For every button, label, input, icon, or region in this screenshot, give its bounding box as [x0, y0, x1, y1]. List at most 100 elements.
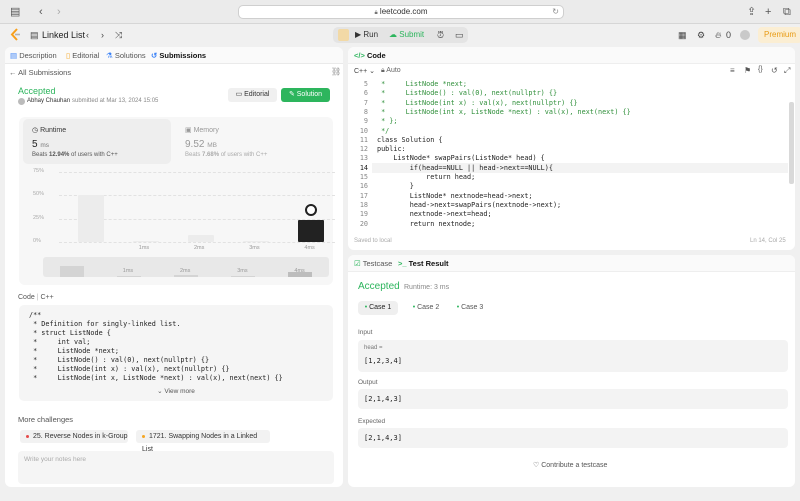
- difficulty-dot: [26, 434, 29, 438]
- challenge-chip-1[interactable]: 25. Reverse Nodes in k-Group: [20, 430, 128, 443]
- line-number: 6: [363, 89, 368, 98]
- code-line: * ListNode *next;: [377, 80, 468, 88]
- case-tab-2[interactable]: • Case 2: [406, 301, 446, 315]
- new-tab-icon[interactable]: +: [765, 6, 771, 18]
- premium-button[interactable]: Premium: [758, 27, 800, 43]
- book-icon: ▭: [235, 91, 243, 98]
- timer-icon[interactable]: ⏰︎: [437, 28, 444, 42]
- run-button[interactable]: ▶ Run: [355, 30, 378, 40]
- bookmark-icon[interactable]: ⚑: [744, 66, 751, 75]
- tab-submissions[interactable]: ↺ Submissions: [151, 51, 206, 60]
- left-tabs: ▤ Description ▯ Editorial ⚗︎ Solutions ↺…: [5, 47, 343, 64]
- code-editor[interactable]: 5 6 7 8 9 10 11 12 13 14 15 16 17 18 19 20 * ListNode *…: [348, 80, 788, 230]
- chart-bar[interactable]: [298, 219, 325, 242]
- tab-description[interactable]: ▤ Description: [10, 51, 57, 60]
- expected-value: [2,1,4,3]: [364, 434, 402, 442]
- forward-icon[interactable]: ›: [57, 6, 61, 18]
- code-section-label: Code | C++: [18, 294, 54, 301]
- slider-bar: [231, 276, 256, 277]
- cursor-position: Ln 14, Col 25: [750, 238, 786, 244]
- slider-tick-label: 2ms: [180, 268, 191, 274]
- case-tab-1[interactable]: • Case 1: [358, 301, 398, 315]
- tab-testcase[interactable]: ☑ Testcase: [354, 259, 392, 268]
- settings-icon[interactable]: ⚙︎: [697, 28, 705, 42]
- cloud-upload-icon: ☁: [389, 30, 397, 39]
- editorial-button[interactable]: ▭ Editorial: [228, 88, 277, 102]
- terminal-icon: >_: [398, 259, 407, 268]
- tabs-overview-icon[interactable]: ⧉: [783, 6, 791, 18]
- run-submit-group: ▶ Run ☁ Submit: [333, 27, 468, 43]
- streak-icon[interactable]: 🔥︎: [715, 28, 722, 42]
- code-line: */: [377, 126, 390, 135]
- sidebar-toggle-icon[interactable]: ▤: [10, 6, 20, 18]
- line-number: 17: [359, 191, 368, 200]
- slider-tick-label: 4ms: [294, 268, 305, 274]
- reset-icon[interactable]: ↺: [771, 66, 778, 75]
- contribute-testcase-button[interactable]: ♡ Contribute a testcase: [533, 461, 607, 469]
- notes-input[interactable]: Write your notes here: [18, 451, 334, 484]
- x-tick-label: 1ms: [138, 245, 150, 251]
- challenge-chip-2[interactable]: 1721. Swapping Nodes in a Linked List: [136, 430, 270, 453]
- memory-label[interactable]: ▣ Memory: [185, 126, 219, 134]
- braces-icon[interactable]: {}: [758, 66, 763, 73]
- debug-icon[interactable]: [338, 29, 349, 41]
- submit-button[interactable]: ☁ Submit: [389, 30, 424, 40]
- link-icon[interactable]: ⛓: [331, 67, 341, 76]
- submitted-code-block[interactable]: /** * Definition for singly-linked list.…: [19, 305, 333, 401]
- x-tick-label: 3ms: [249, 245, 260, 251]
- runtime-label: ◷ Runtime: [32, 127, 67, 134]
- prev-problem-icon[interactable]: ‹: [86, 28, 89, 42]
- chart-bar[interactable]: [132, 241, 159, 242]
- code-tab[interactable]: </> Code: [354, 51, 386, 60]
- format-icon[interactable]: ≡: [730, 66, 735, 75]
- code-line: * ListNode *next;: [29, 347, 120, 355]
- code-line: return head;: [377, 173, 476, 181]
- input-var: head =: [364, 345, 383, 351]
- leetcode-logo[interactable]: [9, 28, 22, 41]
- next-problem-icon[interactable]: ›: [101, 28, 104, 42]
- submission-time: submitted at Mar 13, 2024 15:05: [72, 98, 159, 104]
- user-avatar: [18, 98, 25, 105]
- x-tick-label: 2ms: [194, 245, 205, 251]
- back-icon[interactable]: ‹: [39, 6, 43, 18]
- share-icon[interactable]: ⇪: [747, 6, 756, 18]
- shuffle-icon[interactable]: ⤨: [115, 28, 122, 42]
- address-bar[interactable]: 🔒︎ leetcode.com ↻: [238, 5, 564, 19]
- code-line: head->next=swapPairs(nextnode->next);: [377, 200, 562, 209]
- problem-list-title[interactable]: Linked List: [42, 28, 85, 42]
- tab-solutions[interactable]: ⚗︎ Solutions: [106, 51, 146, 60]
- code-line: * };: [377, 117, 398, 126]
- heart-icon: ♡: [533, 462, 540, 469]
- expand-icon[interactable]: ⤢: [784, 66, 790, 76]
- chip-icon: ▣: [185, 127, 192, 134]
- notes-icon[interactable]: ▭: [455, 28, 464, 42]
- case-tab-3[interactable]: • Case 3: [450, 301, 490, 315]
- layout-icon[interactable]: ▦: [678, 28, 687, 42]
- code-line: ListNode* nextnode=head->next;: [377, 191, 533, 200]
- auto-mode[interactable]: 🔒︎ Auto: [381, 67, 401, 75]
- code-line: * struct ListNode {: [29, 329, 111, 337]
- y-tick-label: 50%: [33, 191, 45, 198]
- editor-scrollbar[interactable]: [789, 102, 794, 184]
- language-select[interactable]: C++ ⌄: [354, 67, 375, 75]
- right-panel: </> Code C++ ⌄ 🔒︎ Auto ≡ ⚑ {} ↺ ⤢ 567891…: [348, 47, 795, 487]
- solution-button[interactable]: ✎ Solution: [281, 88, 330, 102]
- problem-list-icon[interactable]: ▤: [30, 28, 39, 42]
- view-more-button[interactable]: ⌄ View more: [19, 387, 333, 395]
- chart-bar[interactable]: [77, 195, 104, 242]
- chart-range-slider[interactable]: 1ms 2ms 3ms 4ms: [43, 257, 329, 277]
- all-submissions-link[interactable]: ← All Submissions: [9, 68, 71, 77]
- submitter-name[interactable]: Abhay Chauhan: [27, 98, 70, 104]
- chart-bar[interactable]: [188, 234, 214, 242]
- line-number: 12: [359, 145, 368, 154]
- grid-line: [59, 242, 335, 243]
- line-number: 19: [359, 210, 368, 219]
- tab-editorial[interactable]: ▯ Editorial: [66, 51, 99, 60]
- input-value: [1,2,3,4]: [364, 357, 402, 365]
- reload-icon[interactable]: ↻: [552, 6, 559, 18]
- tab-test-result[interactable]: >_ Test Result: [398, 259, 449, 268]
- avatar[interactable]: [740, 30, 750, 40]
- chart-bar[interactable]: [243, 241, 270, 242]
- clock-icon: ◷: [32, 127, 39, 134]
- slider-bar: [59, 266, 84, 277]
